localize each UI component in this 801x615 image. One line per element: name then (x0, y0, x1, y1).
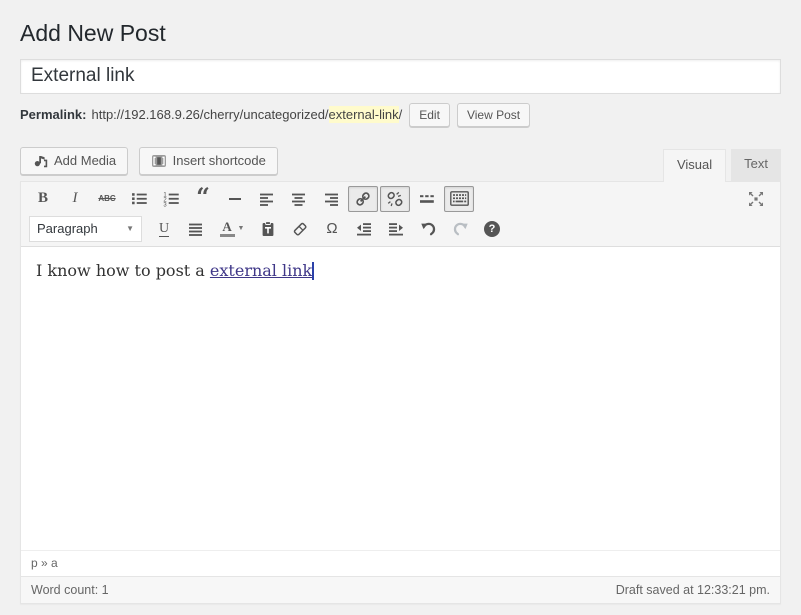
keyboard-icon (450, 191, 469, 206)
external-link-anchor[interactable]: external link (210, 261, 312, 280)
help-icon: ? (484, 221, 500, 237)
align-right-button[interactable] (316, 186, 346, 212)
toolbar-row-1: B I ABC (27, 184, 774, 214)
tinymce-toolbar: B I ABC (21, 182, 780, 247)
insert-shortcode-button[interactable]: Insert shortcode (139, 147, 278, 175)
bold-icon: B (38, 190, 48, 207)
add-media-button[interactable]: Add Media (20, 147, 128, 175)
permalink-label: Permalink: (20, 107, 86, 122)
numbered-list-icon: 1 2 3 (163, 190, 180, 207)
more-tag-icon (419, 191, 435, 207)
italic-icon: I (73, 190, 78, 207)
redo-button[interactable] (445, 216, 475, 242)
tab-text[interactable]: Text (731, 149, 781, 181)
paste-text-icon (260, 221, 276, 237)
italic-button[interactable]: I (60, 186, 90, 212)
clear-formatting-button[interactable] (285, 216, 315, 242)
align-center-icon (291, 191, 307, 207)
link-icon (355, 191, 371, 207)
outdent-button[interactable] (349, 216, 379, 242)
content-text: I know how to post a (36, 261, 210, 280)
chevron-down-icon: ▼ (126, 224, 134, 233)
word-count: Word count: 1 (31, 583, 109, 597)
outdent-icon (356, 221, 372, 237)
horizontal-rule-button[interactable] (220, 186, 250, 212)
insert-more-tag-button[interactable] (412, 186, 442, 212)
post-title-input[interactable] (20, 59, 781, 94)
omega-icon: Ω (326, 220, 337, 237)
permalink-url-prefix: http://192.168.9.26/cherry/uncategorized… (91, 107, 328, 122)
editor-tools: Add Media Insert shortcode Visual Text (20, 147, 781, 181)
bulleted-list-icon (131, 190, 148, 207)
add-media-icon (32, 153, 48, 169)
svg-text:3: 3 (163, 203, 167, 207)
view-post-button[interactable]: View Post (457, 103, 530, 127)
strikethrough-button[interactable]: ABC (92, 186, 122, 212)
numbered-list-button[interactable]: 1 2 3 (156, 186, 186, 212)
remove-link-button[interactable] (380, 186, 410, 212)
justify-icon (188, 221, 204, 237)
media-buttons: Add Media Insert shortcode (20, 147, 284, 181)
justify-button[interactable] (181, 216, 211, 242)
shortcode-brackets-icon (151, 153, 167, 169)
horizontal-rule-icon (229, 198, 241, 200)
add-media-label: Add Media (54, 154, 116, 167)
element-path-bar: p » a (21, 550, 780, 576)
paste-as-text-button[interactable] (253, 216, 283, 242)
undo-icon (420, 220, 437, 237)
editor-container: B I ABC (20, 181, 781, 604)
strikethrough-icon: ABC (98, 194, 115, 203)
unlink-icon (387, 191, 403, 207)
redo-icon (452, 220, 469, 237)
underline-icon: U (159, 221, 169, 237)
special-character-button[interactable]: Ω (317, 216, 347, 242)
align-center-button[interactable] (284, 186, 314, 212)
permalink-row: Permalink: http://192.168.9.26/cherry/un… (20, 103, 781, 127)
text-color-button[interactable]: A ▼ (213, 216, 251, 242)
editor-mode-tabs: Visual Text (663, 149, 781, 181)
add-new-post-page: Add New Post Permalink: http://192.168.9… (0, 0, 801, 604)
indent-button[interactable] (381, 216, 411, 242)
page-title: Add New Post (20, 10, 781, 59)
post-content-editor[interactable]: I know how to post a external link (21, 247, 780, 550)
align-right-icon (323, 191, 339, 207)
permalink-suffix: / (399, 107, 403, 122)
word-count-label: Word count: (31, 583, 98, 597)
undo-button[interactable] (413, 216, 443, 242)
element-path[interactable]: p » a (31, 556, 58, 570)
content-paragraph: I know how to post a external link (36, 259, 765, 283)
align-left-icon (259, 191, 275, 207)
chevron-down-icon: ▼ (238, 225, 245, 232)
text-color-icon: A (220, 220, 235, 237)
format-dropdown-value: Paragraph (37, 221, 98, 236)
tab-visual[interactable]: Visual (663, 149, 726, 182)
word-count-value: 1 (102, 583, 109, 597)
insert-link-button[interactable] (348, 186, 378, 212)
blockquote-icon: “ (196, 192, 210, 206)
permalink-slug: external-link (329, 106, 399, 123)
edit-permalink-button[interactable]: Edit (409, 103, 450, 127)
align-left-button[interactable] (252, 186, 282, 212)
insert-shortcode-label: Insert shortcode (173, 154, 266, 167)
bold-button[interactable]: B (28, 186, 58, 212)
distraction-free-button[interactable] (741, 186, 771, 212)
bulleted-list-button[interactable] (124, 186, 154, 212)
underline-button[interactable]: U (149, 216, 179, 242)
draft-saved-status: Draft saved at 12:33:21 pm. (616, 583, 770, 597)
eraser-icon (292, 221, 308, 237)
toolbar-toggle-button[interactable] (444, 186, 474, 212)
fullscreen-arrows-icon (748, 191, 764, 207)
text-cursor (312, 262, 314, 280)
blockquote-button[interactable]: “ (188, 186, 218, 212)
indent-icon (388, 221, 404, 237)
paragraph-format-dropdown[interactable]: Paragraph ▼ (29, 216, 142, 242)
help-button[interactable]: ? (477, 216, 507, 242)
toolbar-row-2: Paragraph ▼ U A (27, 214, 774, 244)
post-status-bar: Word count: 1 Draft saved at 12:33:21 pm… (21, 576, 780, 603)
